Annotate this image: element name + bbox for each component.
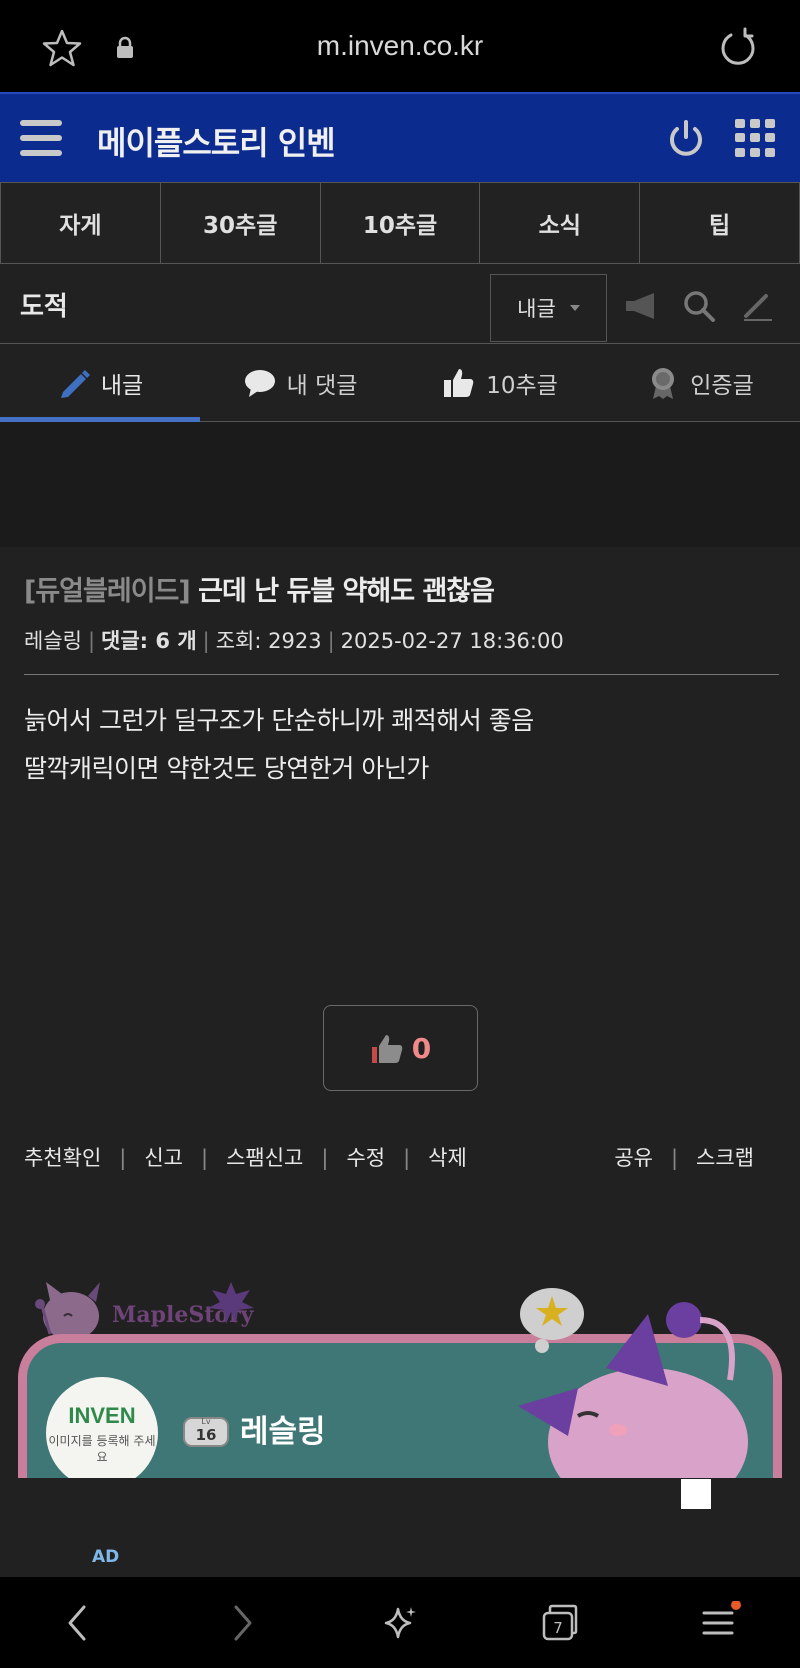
apps-grid-icon[interactable] [735,119,777,157]
share-link[interactable]: 공유 [614,1146,653,1170]
register-image-text: 이미지를 등록해 주세요 [48,1434,156,1464]
report-link[interactable]: 신고 [144,1146,183,1170]
profile-nickname: 레슬링 [240,1414,326,1450]
article-meta: 레슬링 | 댓글: 6 개 | 조회: 2923 | 2025-02-27 18:36:00 [24,629,564,653]
spam-report-link[interactable]: 스팸신고 [226,1146,303,1170]
thumbs-up-icon [371,1035,402,1063]
article-category-prefix: [듀얼블레이드] [24,576,191,607]
search-icon[interactable] [682,290,718,322]
url-text[interactable]: m.inven.co.kr [0,30,800,62]
filter-select-value: 내글 [517,297,556,321]
scrap-link[interactable]: 스크랩 [696,1146,754,1170]
tab-label: 내 댓글 [286,372,358,399]
site-title[interactable]: 메이플스토리 인벤 [97,118,336,164]
tab-label: 10추글 [486,372,558,399]
power-icon[interactable] [666,118,706,158]
divider [24,674,779,675]
tab-count: 7 [553,1619,563,1637]
level-value: 16 [196,1426,217,1444]
thumbs-up-icon [444,368,474,397]
author-profile-banner[interactable]: MapleStory INVEN 이미지를 등록해 주세요 Lv 16 레슬링 [18,1276,782,1478]
delete-link[interactable]: 삭제 [428,1146,467,1170]
site-header: 메이플스토리 인벤 [0,92,800,182]
author-name[interactable]: 레슬링 [24,629,82,653]
my-activity-tabs: 내글 내 댓글 10추글 인증글 [0,344,800,422]
body-line: 늙어서 그런가 딜구조가 단순하니까 쾌적해서 좋음 [24,706,534,735]
forward-icon[interactable] [220,1601,264,1645]
article-actions: 추천확인 | 신고 | 스팸신고 | 수정 | 삭제 공유 | 스크랩 [24,1146,754,1170]
caret-down-icon [569,305,580,311]
maple-leaf-icon [208,1282,254,1324]
view-recommenders-link[interactable]: 추천확인 [24,1146,101,1170]
browser-bottom-nav: 7 [0,1576,800,1668]
category-tabs: 자게 30추글 10추글 소식 팁 [0,182,800,264]
body-line: 딸깍캐릭이면 약한것도 당연한거 아닌가 [24,754,429,783]
tab-label: 인증글 [690,372,754,399]
pencil-icon [60,369,90,398]
board-name[interactable]: 도적 [20,286,68,323]
sparkle-ai-icon[interactable] [378,1601,422,1645]
category-tab[interactable]: 팁 [640,183,800,263]
profile-image-placeholder[interactable]: INVEN 이미지를 등록해 주세요 [46,1377,158,1478]
view-count: 조회: 2923 [215,629,322,653]
ad-label[interactable]: AD [92,1547,119,1567]
tab-10-recommended[interactable]: 10추글 [400,344,600,421]
article-subject: 근데 난 듀블 약해도 괜찮음 [198,576,495,607]
filter-select[interactable]: 내글 [490,274,607,342]
category-tab[interactable]: 10추글 [321,183,481,263]
post-datetime: 2025-02-27 18:36:00 [340,629,564,653]
tab-my-comments[interactable]: 내 댓글 [200,344,400,421]
inven-logo: INVEN [68,1403,136,1428]
back-icon[interactable] [56,1601,100,1645]
reload-icon[interactable] [718,27,758,67]
level-badge-icon: Lv 16 [183,1417,229,1447]
recommend-button[interactable]: 0 [323,1005,478,1091]
comment-count[interactable]: 댓글: 6 개 [101,629,197,653]
mascot-character-icon [35,1282,100,1340]
tabs-icon: 7 [542,1604,578,1641]
tab-my-posts[interactable]: 내글 [0,344,200,422]
sleeping-mascot-icon [518,1288,748,1478]
browser-url-bar: m.inven.co.kr [0,0,800,92]
article-title: [듀얼블레이드] 근데 난 듀블 약해도 괜찮음 [24,569,495,608]
category-tab[interactable]: 30추글 [161,183,321,263]
ad-slot [0,422,800,547]
level-label: Lv [201,1417,210,1426]
megaphone-icon[interactable] [624,290,660,322]
medal-icon [652,367,675,399]
tab-certified[interactable]: 인증글 [600,344,800,421]
browser-menu-icon[interactable] [698,1601,742,1645]
recommend-count: 0 [411,1031,432,1065]
tab-label: 내글 [100,372,144,399]
write-pencil-icon[interactable] [740,290,776,322]
board-bar: 도적 내글 [0,264,800,344]
category-tab[interactable]: 자게 [0,183,161,263]
hamburger-menu-icon[interactable] [20,120,62,156]
speech-bubble-icon [244,369,275,397]
tabs-button[interactable]: 7 [538,1601,582,1645]
article-body: 늙어서 그런가 딜구조가 단순하니까 쾌적해서 좋음 딸깍캐릭이면 약한것도 당… [24,697,534,793]
ad-close-box[interactable] [681,1479,711,1509]
category-tab[interactable]: 소식 [480,183,641,263]
edit-link[interactable]: 수정 [346,1146,385,1170]
